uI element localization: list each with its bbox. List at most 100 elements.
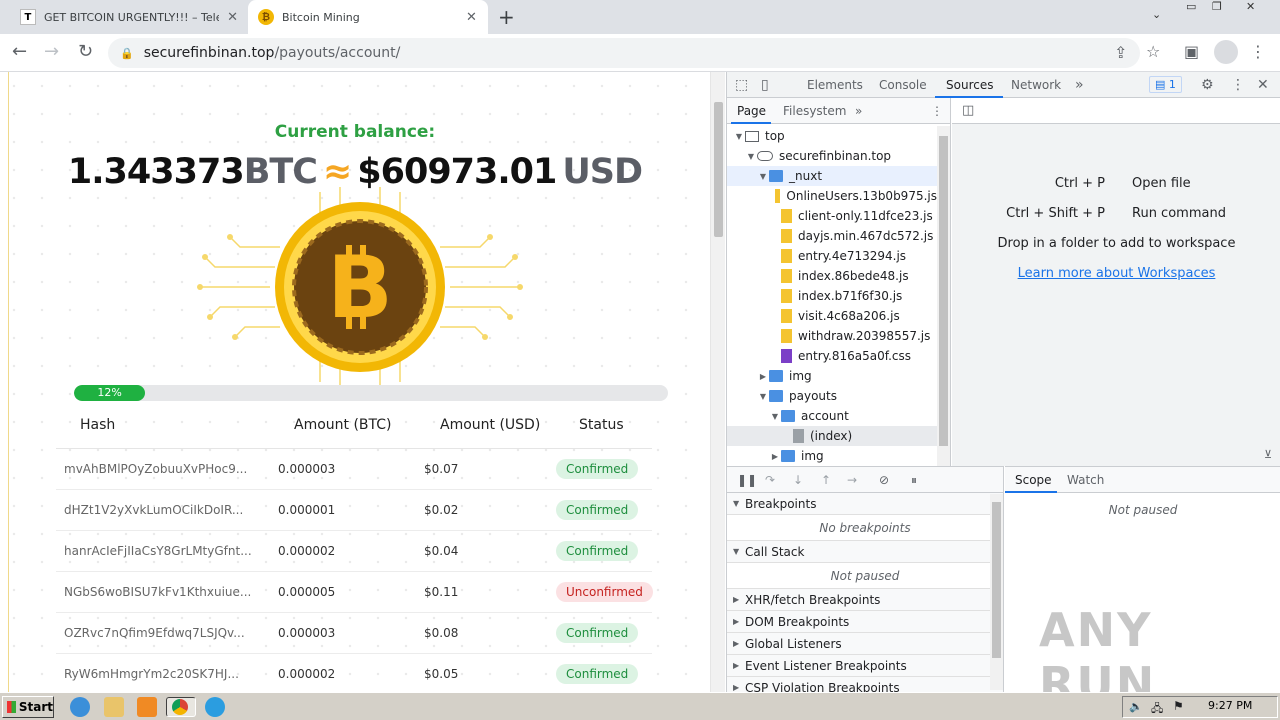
- debugger-scrollbar[interactable]: [990, 494, 1003, 690]
- expand-arrow-icon[interactable]: ▼: [757, 172, 769, 181]
- tab-page[interactable]: Page: [737, 104, 766, 118]
- tree-scrollbar[interactable]: [937, 126, 950, 466]
- debugger-section[interactable]: ▶ XHR/fetch Breakpoints: [727, 589, 1003, 611]
- page-scrollbar[interactable]: [710, 72, 725, 692]
- volume-icon[interactable]: 🔈: [1129, 700, 1143, 713]
- tab-watch[interactable]: Watch: [1067, 473, 1104, 487]
- menu-kebab-icon[interactable]: ⋮: [1250, 42, 1266, 61]
- tree-node[interactable]: ▶ img: [727, 366, 937, 386]
- tree-node[interactable]: ▼ top: [727, 126, 937, 146]
- tree-node[interactable]: visit.4c68a206.js: [727, 306, 937, 326]
- hash-cell: hanrAcIeFjIIaCsY8GrLMtyGfnt...: [64, 544, 252, 558]
- expand-arrow-icon[interactable]: ▼: [745, 152, 757, 161]
- tab-filesystem[interactable]: Filesystem: [783, 104, 846, 118]
- tree-node[interactable]: index.86bede48.js: [727, 266, 937, 286]
- ie-icon[interactable]: [70, 697, 90, 717]
- new-tab-icon[interactable]: +: [498, 5, 515, 29]
- expand-arrow-icon[interactable]: ▶: [757, 372, 769, 381]
- collapsed-sections: ▶ XHR/fetch Breakpoints ▶ DOM Breakpoints ▶ G…: [727, 589, 1003, 699]
- folder-icon: [781, 450, 795, 462]
- step-icon[interactable]: →: [847, 473, 857, 487]
- tab-network[interactable]: Network: [1011, 78, 1061, 92]
- tree-node[interactable]: ▼ _nuxt: [727, 166, 937, 186]
- status-badge: Confirmed: [556, 500, 639, 520]
- tree-node[interactable]: client-only.11dfce23.js: [727, 206, 937, 226]
- tree-node[interactable]: entry.4e713294.js: [727, 246, 937, 266]
- tree-node[interactable]: withdraw.20398557.js: [727, 326, 937, 346]
- editor-toolbar: ◫: [952, 98, 1280, 124]
- restore-icon[interactable]: ❐: [1212, 0, 1222, 18]
- tree-node[interactable]: ▼ securefinbinan.top: [727, 146, 937, 166]
- tree-node[interactable]: OnlineUsers.13b0b975.js: [727, 186, 937, 206]
- network-icon[interactable]: 🖧: [1151, 700, 1163, 719]
- tree-node[interactable]: ▼ payouts: [727, 386, 937, 406]
- close-window-icon[interactable]: ✕: [1246, 0, 1255, 18]
- bookmark-star-icon[interactable]: ☆: [1146, 42, 1160, 61]
- tab-sources[interactable]: Sources: [946, 78, 993, 92]
- tree-node[interactable]: dayjs.min.467dc572.js: [727, 226, 937, 246]
- tree-node[interactable]: ▼ account: [727, 406, 937, 426]
- devtools-menu-icon[interactable]: ⋮: [1231, 77, 1245, 93]
- debugger-section[interactable]: ▶ DOM Breakpoints: [727, 611, 1003, 633]
- navigator-menu-icon[interactable]: ⋮: [931, 104, 943, 118]
- tab-telegraph[interactable]: T GET BITCOIN URGENTLY!!! – Telegra ✕: [10, 0, 248, 34]
- tab-console[interactable]: Console: [879, 78, 927, 92]
- close-tab-icon[interactable]: ✕: [227, 10, 238, 25]
- learn-workspaces-link[interactable]: Learn more about Workspaces: [952, 266, 1280, 281]
- more-navigator-icon[interactable]: »: [855, 104, 862, 118]
- close-devtools-icon[interactable]: ✕: [1257, 77, 1269, 93]
- pause-on-exceptions-icon[interactable]: ⏸: [911, 473, 917, 488]
- forward-icon[interactable]: →: [44, 41, 59, 62]
- inspect-element-icon[interactable]: ⬚: [735, 77, 748, 93]
- issues-badge[interactable]: ▤ 1: [1149, 76, 1182, 93]
- back-icon[interactable]: ←: [12, 41, 27, 62]
- expand-arrow-icon[interactable]: ▶: [769, 452, 781, 461]
- scrollbar-thumb[interactable]: [939, 136, 948, 446]
- minimize-icon[interactable]: ▭: [1186, 0, 1196, 18]
- media-player-icon[interactable]: [137, 697, 157, 717]
- address-bar[interactable]: 🔒 securefinbinan.top /payouts/account/: [108, 38, 1140, 68]
- scrollbar-thumb[interactable]: [992, 502, 1001, 658]
- toggle-debugger-icon[interactable]: ⊻: [1264, 448, 1272, 461]
- close-tab-icon[interactable]: ✕: [466, 10, 477, 25]
- step-into-icon[interactable]: ↓: [793, 473, 803, 487]
- reload-icon[interactable]: ↻: [78, 41, 93, 62]
- step-out-icon[interactable]: ↑: [821, 473, 831, 487]
- tab-search-icon[interactable]: ⌄: [1152, 8, 1161, 26]
- side-panel-icon[interactable]: ▣: [1184, 42, 1199, 61]
- share-icon[interactable]: ⇪: [1114, 43, 1127, 62]
- breakpoints-section[interactable]: ▼ Breakpoints: [727, 493, 1003, 515]
- toggle-navigator-icon[interactable]: ◫: [962, 103, 974, 118]
- tree-node[interactable]: (index): [727, 426, 937, 446]
- expand-arrow-icon[interactable]: ▼: [757, 392, 769, 401]
- more-tabs-icon[interactable]: »: [1075, 77, 1084, 93]
- debugger-section[interactable]: ▶ Event Listener Breakpoints: [727, 655, 1003, 677]
- expand-arrow-icon[interactable]: ▼: [733, 132, 745, 141]
- explorer-folder-icon[interactable]: [104, 697, 124, 717]
- devtools-tabbar: ⬚ ▯ Elements Console Sources Network » ▤…: [727, 72, 1280, 98]
- tab-scope[interactable]: Scope: [1015, 473, 1052, 487]
- navigator-tabs: Page Filesystem » ⋮: [727, 98, 950, 124]
- tab-bitcoin-mining[interactable]: ₿ Bitcoin Mining ✕: [248, 0, 488, 34]
- profile-avatar[interactable]: [1214, 40, 1238, 64]
- tree-node[interactable]: entry.816a5a0f.css: [727, 346, 937, 366]
- device-toolbar-icon[interactable]: ▯: [761, 77, 769, 93]
- start-button[interactable]: Start: [2, 696, 54, 718]
- tree-node[interactable]: index.b71f6f30.js: [727, 286, 937, 306]
- chrome-taskbar-button[interactable]: [166, 697, 196, 717]
- pause-icon[interactable]: ❚❚: [737, 473, 757, 487]
- lock-icon[interactable]: 🔒: [120, 47, 134, 60]
- scrollbar-thumb[interactable]: [714, 102, 723, 237]
- flag-icon[interactable]: ⚑: [1173, 699, 1184, 713]
- btc-cell: 0.000005: [278, 585, 336, 599]
- debugger-section[interactable]: ▶ Global Listeners: [727, 633, 1003, 655]
- settings-gear-icon[interactable]: ⚙: [1201, 77, 1214, 93]
- deactivate-breakpoints-icon[interactable]: ⊘: [879, 473, 889, 487]
- tab-elements[interactable]: Elements: [807, 78, 863, 92]
- step-over-icon[interactable]: ↷: [765, 473, 775, 487]
- call-stack-section[interactable]: ▼ Call Stack: [727, 541, 1003, 563]
- btc-cell: 0.000003: [278, 626, 336, 640]
- edge-icon[interactable]: [205, 697, 225, 717]
- expand-arrow-icon[interactable]: ▼: [769, 412, 781, 421]
- tree-node[interactable]: ▶ img: [727, 446, 937, 466]
